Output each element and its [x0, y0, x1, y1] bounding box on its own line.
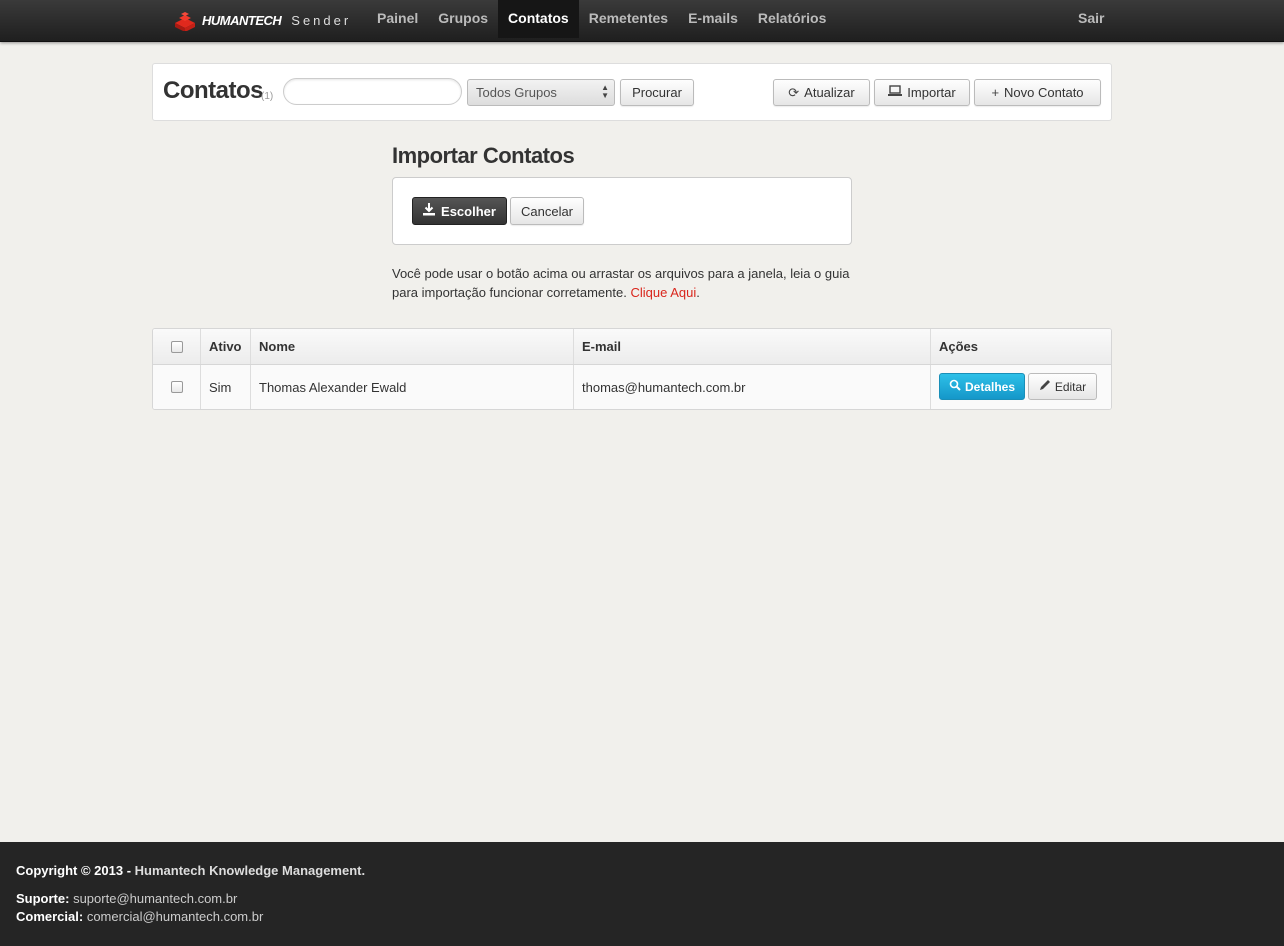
table-header: Ativo Nome E-mail Ações [153, 329, 1111, 365]
contacts-toolbar: Contatos (1) Todos Grupos ▲ ▼ Procurar ⟳ … [152, 63, 1112, 121]
contacts-table: Ativo Nome E-mail Ações Sim Thomas Alexa… [152, 328, 1112, 410]
row-checkbox[interactable] [170, 381, 183, 393]
laptop-icon [888, 85, 903, 100]
support-label: Suporte: [16, 891, 70, 906]
footer: Copyright © 2013 - Humantech Knowledge M… [0, 842, 1284, 946]
row-name: Thomas Alexander Ewald [250, 365, 573, 409]
import-box: Escolher Cancelar [392, 177, 852, 245]
select-all-checkbox[interactable] [170, 340, 183, 353]
row-checkbox-cell [153, 365, 200, 409]
pencil-icon [1039, 379, 1051, 394]
select-arrows-icon: ▲ ▼ [601, 83, 609, 100]
search-button[interactable]: Procurar [620, 79, 694, 106]
group-select[interactable]: Todos Grupos ▲ ▼ [467, 79, 615, 106]
page-title: Contatos [163, 77, 264, 104]
brand[interactable]: HUMANTECH Sender [172, 6, 351, 34]
cancel-button-label: Cancelar [520, 203, 574, 219]
cancel-button[interactable]: Cancelar [510, 197, 584, 225]
nav-contatos[interactable]: Contatos [498, 0, 579, 38]
support-line: Suporte: suporte@humantech.com.br [16, 891, 237, 906]
help-text-body: Você pode usar o botão acima ou arrastar… [392, 266, 850, 300]
details-button-label: Detalhes [964, 379, 1016, 394]
refresh-button-label: Atualizar [804, 85, 855, 100]
new-contact-button[interactable]: + Novo Contato [974, 79, 1101, 106]
edit-button[interactable]: Editar [1028, 373, 1097, 400]
nav-grupos[interactable]: Grupos [428, 0, 498, 38]
humantech-logo-icon [175, 12, 195, 31]
plus-icon: + [991, 85, 1000, 100]
import-button[interactable]: Importar [874, 79, 970, 106]
table-row: Sim Thomas Alexander Ewald thomas@humant… [153, 365, 1111, 409]
row-email: thomas@humantech.com.br [573, 365, 930, 409]
brand-name: HUMANTECH [202, 12, 282, 28]
support-email-link[interactable]: suporte@humantech.com.br [73, 891, 237, 906]
search-icon [949, 379, 961, 394]
commercial-label: Comercial: [16, 909, 84, 924]
download-icon [423, 203, 436, 219]
contact-count: (1) [261, 91, 274, 102]
commercial-email-link[interactable]: comercial@humantech.com.br [87, 909, 263, 924]
header-name[interactable]: Nome [250, 329, 573, 364]
main-nav: Painel Grupos Contatos Remetentes E-mail… [367, 0, 836, 38]
import-help-text: Você pode usar o botão acima ou arrastar… [392, 264, 862, 302]
nav-remetentes[interactable]: Remetentes [579, 0, 678, 38]
nav-emails[interactable]: E-mails [678, 0, 748, 38]
copyright: Copyright © 2013 - Humantech Knowledge M… [16, 863, 365, 878]
refresh-icon: ⟳ [788, 84, 800, 100]
search-button-label: Procurar [632, 85, 682, 100]
edit-button-label: Editar [1054, 379, 1087, 394]
details-button[interactable]: Detalhes [939, 373, 1025, 400]
header-email[interactable]: E-mail [573, 329, 930, 364]
import-button-label: Importar [907, 85, 956, 100]
refresh-button[interactable]: ⟳ Atualizar [773, 79, 870, 106]
commercial-line: Comercial: comercial@humantech.com.br [16, 909, 263, 924]
copyright-prefix: Copyright © 2013 - [16, 863, 135, 878]
choose-file-button[interactable]: Escolher [412, 197, 507, 225]
nav-painel[interactable]: Painel [367, 0, 428, 38]
choose-file-label: Escolher [441, 203, 496, 219]
group-select-value: Todos Grupos [476, 85, 557, 100]
nav-relatorios[interactable]: Relatórios [748, 0, 836, 38]
import-title: Importar Contatos [392, 143, 575, 168]
row-actions: Detalhes Editar [930, 365, 1111, 409]
new-contact-button-label: Novo Contato [1004, 85, 1084, 100]
brand-subtitle: Sender [291, 12, 352, 28]
header-actions: Ações [930, 329, 1111, 364]
logout-link[interactable]: Sair [1068, 0, 1114, 37]
row-active: Sim [200, 365, 250, 409]
header-active[interactable]: Ativo [200, 329, 250, 364]
company-name: Humantech Knowledge Management. [134, 863, 366, 878]
help-link[interactable]: Clique Aqui [630, 285, 696, 300]
help-suffix: . [696, 285, 700, 300]
top-navbar: HUMANTECH Sender Painel Grupos Contatos … [0, 0, 1284, 42]
header-checkbox-cell [153, 329, 200, 364]
search-input[interactable] [283, 78, 462, 105]
